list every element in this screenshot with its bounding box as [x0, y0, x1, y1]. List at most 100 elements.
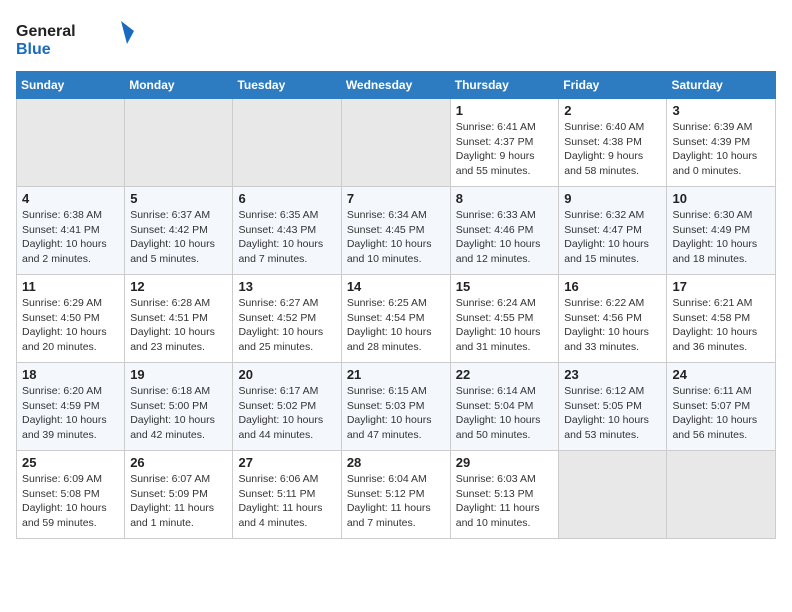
calendar-cell: 5 Sunrise: 6:37 AM Sunset: 4:42 PM Daylig… — [125, 187, 233, 275]
calendar-cell: 24 Sunrise: 6:11 AM Sunset: 5:07 PM Dayli… — [667, 363, 776, 451]
calendar-week-row: 11 Sunrise: 6:29 AM Sunset: 4:50 PM Dayli… — [17, 275, 776, 363]
day-info: Sunrise: 6:28 AM Sunset: 4:51 PM Dayligh… — [130, 296, 227, 355]
day-number: 5 — [130, 191, 227, 206]
day-number: 28 — [347, 455, 445, 470]
header-wednesday: Wednesday — [341, 72, 450, 99]
calendar-cell: 6 Sunrise: 6:35 AM Sunset: 4:43 PM Daylig… — [233, 187, 341, 275]
day-number: 8 — [456, 191, 554, 206]
calendar-cell — [667, 451, 776, 539]
day-number: 22 — [456, 367, 554, 382]
calendar-cell: 15Sunrise: 6:24 AM Sunset: 4:55 PM Dayli… — [450, 275, 559, 363]
day-info: Sunrise: 6:03 AM Sunset: 5:13 PM Dayligh… — [456, 472, 554, 531]
calendar-cell: 11 Sunrise: 6:29 AM Sunset: 4:50 PM Dayli… — [17, 275, 125, 363]
calendar-cell: 1 Sunrise: 6:41 AM Sunset: 4:37 PM Daylig… — [450, 99, 559, 187]
calendar-table: SundayMondayTuesdayWednesdayThursdayFrid… — [16, 71, 776, 539]
calendar-cell — [559, 451, 667, 539]
header-friday: Friday — [559, 72, 667, 99]
header-saturday: Saturday — [667, 72, 776, 99]
day-number: 27 — [238, 455, 335, 470]
day-info: Sunrise: 6:33 AM Sunset: 4:46 PM Dayligh… — [456, 208, 554, 267]
calendar-cell: 3Sunrise: 6:39 AM Sunset: 4:39 PM Daylig… — [667, 99, 776, 187]
day-info: Sunrise: 6:30 AM Sunset: 4:49 PM Dayligh… — [672, 208, 770, 267]
day-info: Sunrise: 6:11 AM Sunset: 5:07 PM Dayligh… — [672, 384, 770, 443]
header-thursday: Thursday — [450, 72, 559, 99]
header-monday: Monday — [125, 72, 233, 99]
day-number: 6 — [238, 191, 335, 206]
svg-text:Blue: Blue — [16, 41, 51, 58]
day-info: Sunrise: 6:34 AM Sunset: 4:45 PM Dayligh… — [347, 208, 445, 267]
day-info: Sunrise: 6:09 AM Sunset: 5:08 PM Dayligh… — [22, 472, 119, 531]
day-number: 26 — [130, 455, 227, 470]
day-number: 17 — [672, 279, 770, 294]
day-info: Sunrise: 6:41 AM Sunset: 4:37 PM Dayligh… — [456, 120, 554, 179]
calendar-cell — [125, 99, 233, 187]
calendar-cell — [233, 99, 341, 187]
day-number: 3 — [672, 103, 770, 118]
logo-icon: General Blue — [16, 16, 136, 61]
calendar-cell: 9 Sunrise: 6:32 AM Sunset: 4:47 PM Daylig… — [559, 187, 667, 275]
calendar-header-row: SundayMondayTuesdayWednesdayThursdayFrid… — [17, 72, 776, 99]
day-info: Sunrise: 6:37 AM Sunset: 4:42 PM Dayligh… — [130, 208, 227, 267]
day-info: Sunrise: 6:04 AM Sunset: 5:12 PM Dayligh… — [347, 472, 445, 531]
calendar-cell: 8 Sunrise: 6:33 AM Sunset: 4:46 PM Daylig… — [450, 187, 559, 275]
day-number: 18 — [22, 367, 119, 382]
calendar-cell: 16 Sunrise: 6:22 AM Sunset: 4:56 PM Dayli… — [559, 275, 667, 363]
day-info: Sunrise: 6:17 AM Sunset: 5:02 PM Dayligh… — [238, 384, 335, 443]
calendar-cell: 13 Sunrise: 6:27 AM Sunset: 4:52 PM Dayli… — [233, 275, 341, 363]
day-number: 9 — [564, 191, 661, 206]
calendar-cell — [341, 99, 450, 187]
svg-text:General: General — [16, 23, 76, 40]
day-info: Sunrise: 6:14 AM Sunset: 5:04 PM Dayligh… — [456, 384, 554, 443]
calendar-cell: 7 Sunrise: 6:34 AM Sunset: 4:45 PM Daylig… — [341, 187, 450, 275]
header-sunday: Sunday — [17, 72, 125, 99]
day-number: 29 — [456, 455, 554, 470]
calendar-week-row: 1 Sunrise: 6:41 AM Sunset: 4:37 PM Daylig… — [17, 99, 776, 187]
calendar-cell: 21Sunrise: 6:15 AM Sunset: 5:03 PM Dayli… — [341, 363, 450, 451]
day-number: 11 — [22, 279, 119, 294]
day-info: Sunrise: 6:21 AM Sunset: 4:58 PM Dayligh… — [672, 296, 770, 355]
day-info: Sunrise: 6:15 AM Sunset: 5:03 PM Dayligh… — [347, 384, 445, 443]
header-tuesday: Tuesday — [233, 72, 341, 99]
day-info: Sunrise: 6:29 AM Sunset: 4:50 PM Dayligh… — [22, 296, 119, 355]
day-info: Sunrise: 6:35 AM Sunset: 4:43 PM Dayligh… — [238, 208, 335, 267]
day-number: 15 — [456, 279, 554, 294]
calendar-cell: 12 Sunrise: 6:28 AM Sunset: 4:51 PM Dayli… — [125, 275, 233, 363]
day-number: 4 — [22, 191, 119, 206]
day-number: 19 — [130, 367, 227, 382]
calendar-cell: 29 Sunrise: 6:03 AM Sunset: 5:13 PM Dayli… — [450, 451, 559, 539]
day-info: Sunrise: 6:06 AM Sunset: 5:11 PM Dayligh… — [238, 472, 335, 531]
calendar-cell: 28 Sunrise: 6:04 AM Sunset: 5:12 PM Dayli… — [341, 451, 450, 539]
calendar-cell: 25 Sunrise: 6:09 AM Sunset: 5:08 PM Dayli… — [17, 451, 125, 539]
day-info: Sunrise: 6:38 AM Sunset: 4:41 PM Dayligh… — [22, 208, 119, 267]
calendar-cell: 26 Sunrise: 6:07 AM Sunset: 5:09 PM Dayli… — [125, 451, 233, 539]
day-number: 13 — [238, 279, 335, 294]
day-info: Sunrise: 6:25 AM Sunset: 4:54 PM Dayligh… — [347, 296, 445, 355]
day-number: 24 — [672, 367, 770, 382]
day-number: 20 — [238, 367, 335, 382]
day-number: 1 — [456, 103, 554, 118]
day-number: 2 — [564, 103, 661, 118]
calendar-week-row: 18Sunrise: 6:20 AM Sunset: 4:59 PM Dayli… — [17, 363, 776, 451]
page-header: General Blue — [16, 16, 776, 61]
calendar-week-row: 4 Sunrise: 6:38 AM Sunset: 4:41 PM Daylig… — [17, 187, 776, 275]
calendar-cell: 22 Sunrise: 6:14 AM Sunset: 5:04 PM Dayli… — [450, 363, 559, 451]
day-number: 10 — [672, 191, 770, 206]
day-info: Sunrise: 6:22 AM Sunset: 4:56 PM Dayligh… — [564, 296, 661, 355]
day-info: Sunrise: 6:40 AM Sunset: 4:38 PM Dayligh… — [564, 120, 661, 179]
day-number: 16 — [564, 279, 661, 294]
calendar-cell: 18Sunrise: 6:20 AM Sunset: 4:59 PM Dayli… — [17, 363, 125, 451]
calendar-cell: 10 Sunrise: 6:30 AM Sunset: 4:49 PM Dayli… — [667, 187, 776, 275]
day-info: Sunrise: 6:12 AM Sunset: 5:05 PM Dayligh… — [564, 384, 661, 443]
day-info: Sunrise: 6:18 AM Sunset: 5:00 PM Dayligh… — [130, 384, 227, 443]
day-number: 12 — [130, 279, 227, 294]
day-number: 25 — [22, 455, 119, 470]
calendar-cell: 17 Sunrise: 6:21 AM Sunset: 4:58 PM Dayli… — [667, 275, 776, 363]
day-info: Sunrise: 6:07 AM Sunset: 5:09 PM Dayligh… — [130, 472, 227, 531]
day-number: 7 — [347, 191, 445, 206]
calendar-cell: 20 Sunrise: 6:17 AM Sunset: 5:02 PM Dayli… — [233, 363, 341, 451]
calendar-cell: 4 Sunrise: 6:38 AM Sunset: 4:41 PM Daylig… — [17, 187, 125, 275]
calendar-cell: 23Sunrise: 6:12 AM Sunset: 5:05 PM Dayli… — [559, 363, 667, 451]
day-info: Sunrise: 6:32 AM Sunset: 4:47 PM Dayligh… — [564, 208, 661, 267]
calendar-cell: 27 Sunrise: 6:06 AM Sunset: 5:11 PM Dayli… — [233, 451, 341, 539]
day-info: Sunrise: 6:27 AM Sunset: 4:52 PM Dayligh… — [238, 296, 335, 355]
